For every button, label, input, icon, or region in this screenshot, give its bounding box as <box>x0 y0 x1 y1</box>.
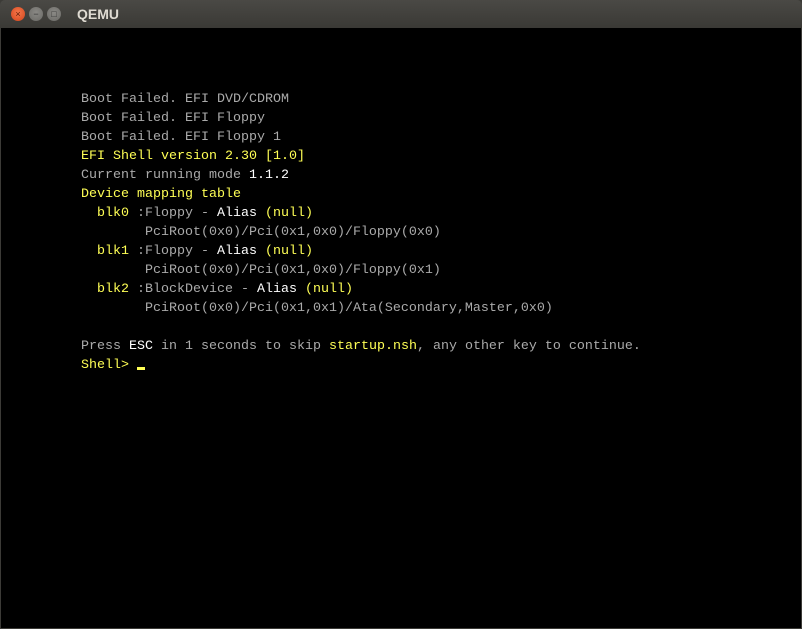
terminal-line: blk1 :Floppy - Alias (null) <box>81 242 641 261</box>
maximize-icon: □ <box>51 9 57 19</box>
terminal-text: Alias <box>256 282 305 297</box>
terminal-text: (null) <box>264 206 313 221</box>
terminal-text: Device mapping table <box>81 187 241 202</box>
terminal-text: blk0 <box>81 206 137 221</box>
terminal-line: Boot Failed. EFI DVD/CDROM <box>81 90 641 109</box>
efi-shell-output: Boot Failed. EFI DVD/CDROM Boot Failed. E… <box>81 90 641 375</box>
terminal-line: PciRoot(0x0)/Pci(0x1,0x1)/Ata(Secondary,… <box>81 299 641 318</box>
maximize-button[interactable]: □ <box>47 7 61 21</box>
terminal-text: EFI Shell version 2.30 [1.0] <box>81 149 305 164</box>
terminal-text: :Floppy - <box>137 244 217 259</box>
terminal-text: Current running mode <box>81 168 249 183</box>
terminal-line: Boot Failed. EFI Floppy 1 <box>81 128 641 147</box>
terminal-text: :Floppy - <box>137 206 217 221</box>
terminal-text: (null) <box>304 282 353 297</box>
terminal-line: EFI Shell version 2.30 [1.0] <box>81 147 641 166</box>
terminal-line: blk2 :BlockDevice - Alias (null) <box>81 280 641 299</box>
terminal-text: (null) <box>264 244 313 259</box>
terminal-line: Boot Failed. EFI Floppy <box>81 109 641 128</box>
minimize-icon: − <box>33 9 39 19</box>
terminal-line: PciRoot(0x0)/Pci(0x1,0x0)/Floppy(0x0) <box>81 223 641 242</box>
terminal-text: Boot Failed. EFI Floppy 1 <box>81 130 281 145</box>
terminal-line: Device mapping table <box>81 185 641 204</box>
shell-prompt-line[interactable]: Shell> <box>81 356 641 375</box>
window-titlebar: × − □ QEMU <box>0 0 802 28</box>
vm-screen[interactable]: Boot Failed. EFI DVD/CDROM Boot Failed. E… <box>1 28 801 628</box>
terminal-text: Press <box>81 339 129 354</box>
terminal-text: ESC <box>129 339 153 354</box>
window-title: QEMU <box>77 6 119 22</box>
terminal-text: 1.1.2 <box>248 168 289 183</box>
terminal-text: Boot Failed. EFI Floppy <box>81 111 265 126</box>
terminal-line: PciRoot(0x0)/Pci(0x1,0x0)/Floppy(0x1) <box>81 261 641 280</box>
close-icon: × <box>15 9 21 19</box>
minimize-button[interactable]: − <box>29 7 43 21</box>
terminal-text: PciRoot(0x0)/Pci(0x1,0x1)/Ata(Secondary,… <box>81 301 553 316</box>
close-button[interactable]: × <box>11 7 25 21</box>
terminal-line: blk0 :Floppy - Alias (null) <box>81 204 641 223</box>
terminal-text: blk1 <box>81 244 137 259</box>
terminal-text: startup.nsh <box>328 339 417 354</box>
terminal-text: , any other key to continue. <box>416 339 641 354</box>
terminal-text: PciRoot(0x0)/Pci(0x1,0x0)/Floppy(0x0) <box>81 225 441 240</box>
shell-prompt: Shell> <box>81 358 137 373</box>
terminal-text: PciRoot(0x0)/Pci(0x1,0x0)/Floppy(0x1) <box>81 263 441 278</box>
terminal-text: :BlockDevice - <box>137 282 257 297</box>
terminal-text: Boot Failed. EFI DVD/CDROM <box>81 92 289 107</box>
terminal-line: Current running mode 1.1.2 <box>81 166 641 185</box>
terminal-text: blk2 <box>81 282 137 297</box>
terminal-line: Press ESC in 1 seconds to skip startup.n… <box>81 337 641 356</box>
text-cursor <box>137 367 145 370</box>
terminal-text: Alias <box>216 244 265 259</box>
terminal-text: Alias <box>216 206 265 221</box>
terminal-text: in 1 seconds to skip <box>153 339 329 354</box>
